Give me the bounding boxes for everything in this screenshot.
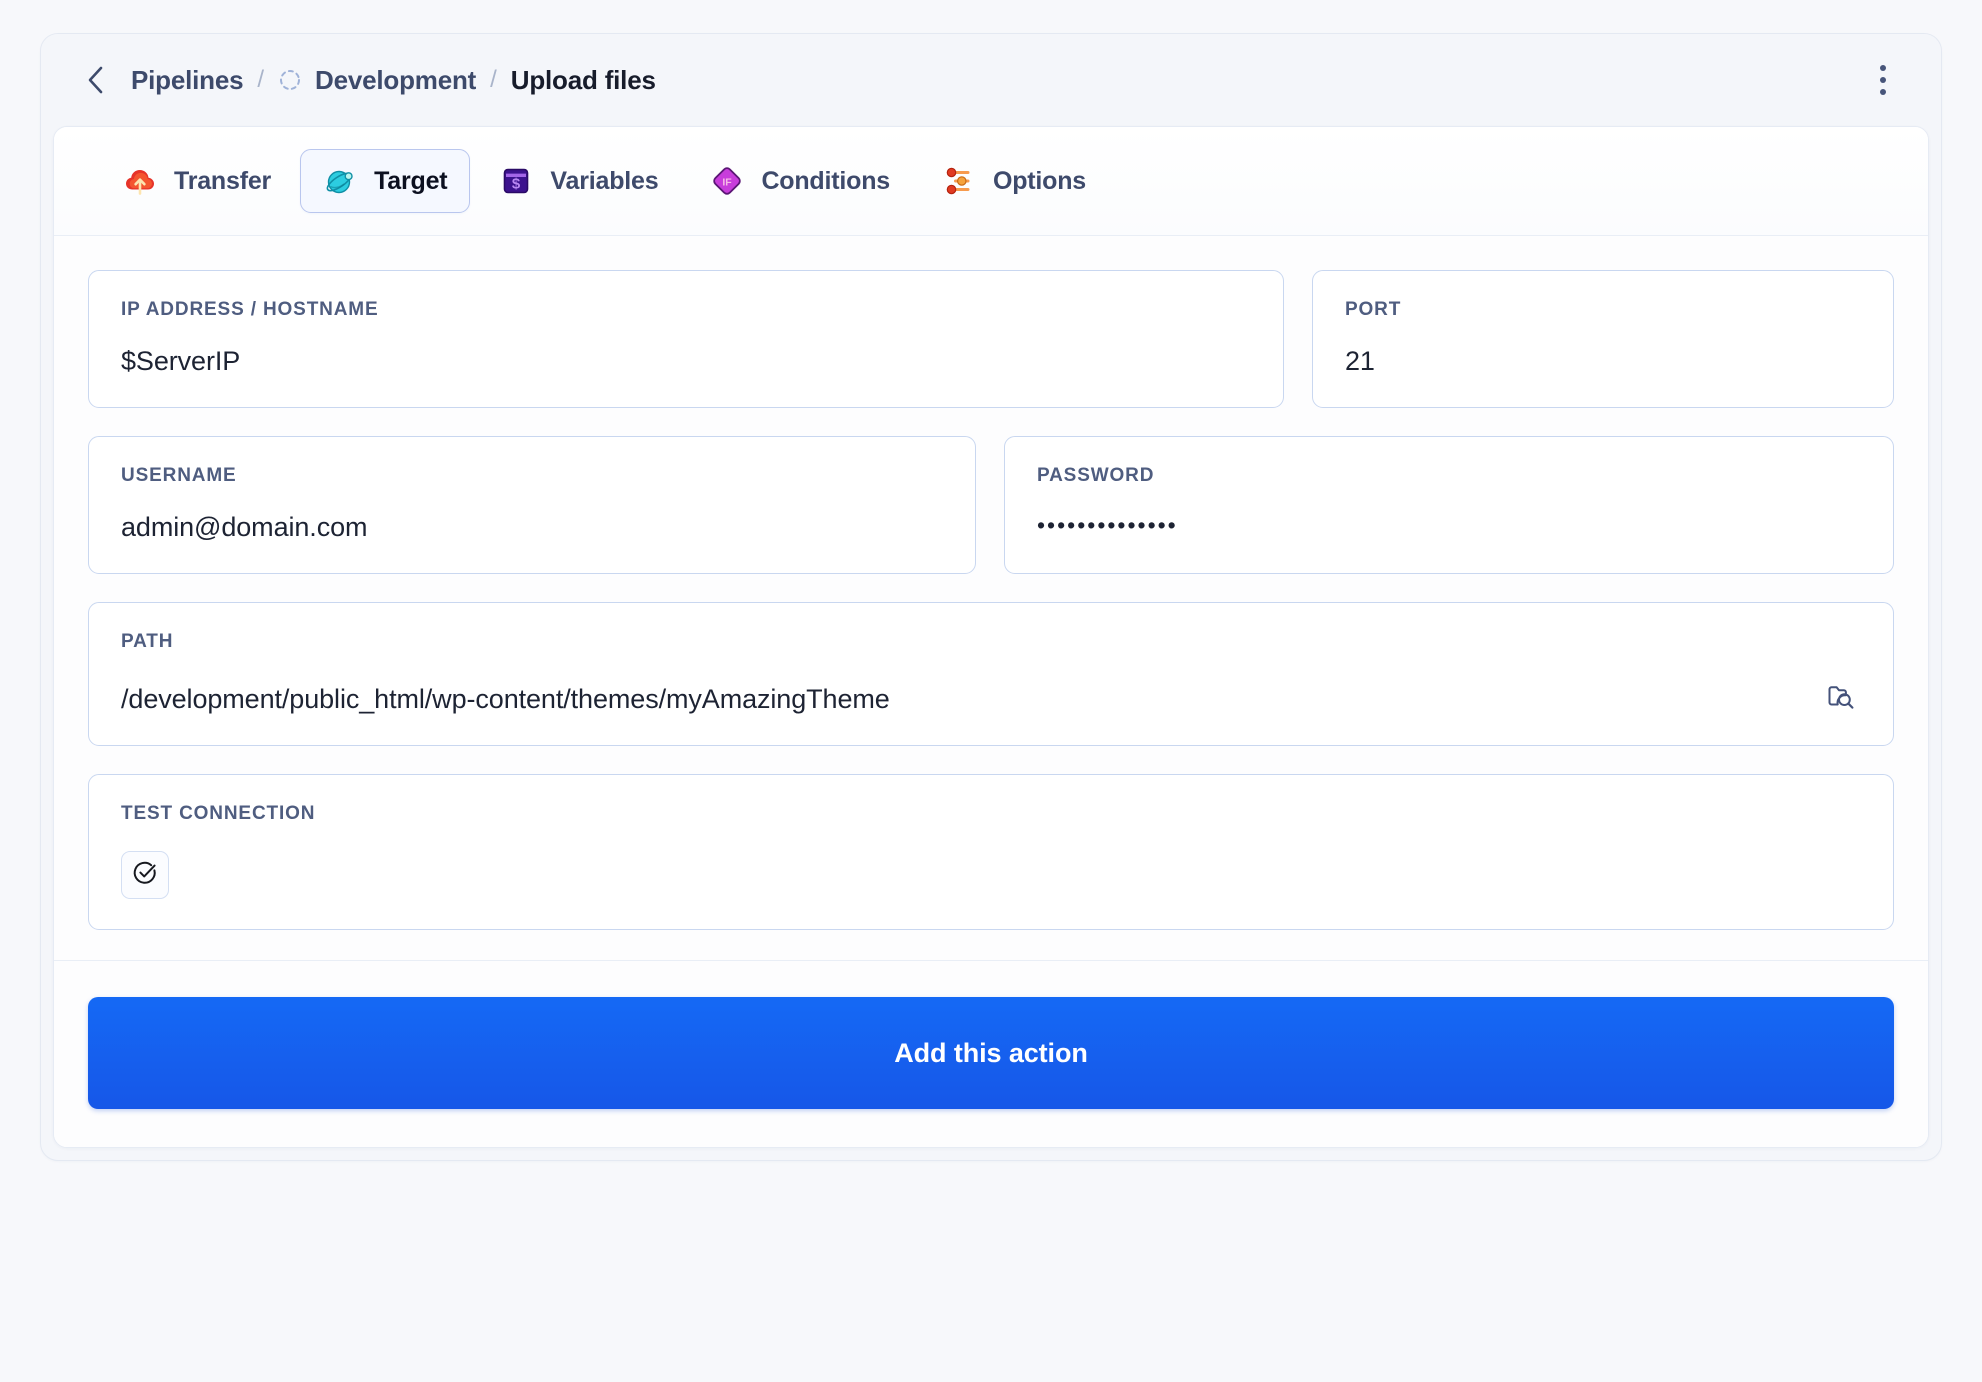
username-field[interactable]: USERNAME admin@domain.com xyxy=(88,436,976,574)
test-connection-button[interactable] xyxy=(121,851,169,899)
form-row-credentials: USERNAME admin@domain.com PASSWORD •••••… xyxy=(88,436,1894,574)
tab-variables-label: Variables xyxy=(550,166,659,195)
svg-text:$: $ xyxy=(512,175,521,192)
if-diamond-icon: IF xyxy=(710,164,744,198)
breadcrumb-separator-1: / xyxy=(257,66,265,93)
tab-target[interactable]: Target xyxy=(300,149,471,213)
back-button[interactable] xyxy=(81,65,111,95)
username-input[interactable]: admin@domain.com xyxy=(121,512,943,543)
kebab-dot xyxy=(1880,65,1886,71)
test-connection-label: TEST CONNECTION xyxy=(121,803,316,824)
path-label: PATH xyxy=(121,631,174,652)
target-form: IP ADDRESS / HOSTNAME $ServerIP PORT 21 … xyxy=(54,236,1928,960)
breadcrumb-bar: Pipelines / Development / Upload files xyxy=(41,34,1941,126)
tab-conditions-label: Conditions xyxy=(761,166,890,195)
panel-footer: Add this action xyxy=(54,960,1928,1147)
dashed-circle-icon xyxy=(278,68,302,92)
action-panel: Transfer Target $ Variables IF Condition… xyxy=(53,126,1929,1148)
breadcrumb: Pipelines / Development / Upload files xyxy=(131,65,656,96)
ip-address-field[interactable]: IP ADDRESS / HOSTNAME $ServerIP xyxy=(88,270,1284,408)
check-circle-icon xyxy=(132,860,158,891)
tab-options[interactable]: Options xyxy=(919,149,1109,213)
password-field[interactable]: PASSWORD •••••••••••••• xyxy=(1004,436,1894,574)
path-input[interactable]: /development/public_html/wp-content/them… xyxy=(121,684,1821,715)
kebab-dot xyxy=(1880,89,1886,95)
form-row-host: IP ADDRESS / HOSTNAME $ServerIP PORT 21 xyxy=(88,270,1894,408)
sliders-icon xyxy=(942,164,976,198)
chevron-left-icon xyxy=(85,65,107,95)
ip-address-input[interactable]: $ServerIP xyxy=(121,346,1251,377)
form-row-path: PATH /development/public_html/wp-content… xyxy=(88,602,1894,746)
folder-search-icon xyxy=(1824,680,1858,719)
password-input[interactable]: •••••••••••••• xyxy=(1037,512,1861,543)
tab-transfer[interactable]: Transfer xyxy=(100,149,294,213)
browse-folder-button[interactable] xyxy=(1821,679,1861,719)
breadcrumb-item-development[interactable]: Development xyxy=(315,65,476,96)
dollar-box-icon: $ xyxy=(499,164,533,198)
username-label: USERNAME xyxy=(121,465,237,486)
path-input-row: /development/public_html/wp-content/them… xyxy=(121,679,1861,715)
svg-text:IF: IF xyxy=(723,176,733,188)
add-action-button[interactable]: Add this action xyxy=(88,997,1894,1109)
ip-address-label: IP ADDRESS / HOSTNAME xyxy=(121,299,379,320)
tab-options-label: Options xyxy=(992,166,1087,195)
breadcrumb-separator-2: / xyxy=(490,66,497,93)
tab-bar: Transfer Target $ Variables IF Condition… xyxy=(54,127,1928,236)
tab-conditions[interactable]: IF Conditions xyxy=(687,149,913,213)
port-label: PORT xyxy=(1345,299,1402,320)
tab-variables[interactable]: $ Variables xyxy=(476,149,681,213)
tab-transfer-label: Transfer xyxy=(174,166,272,195)
password-label: PASSWORD xyxy=(1037,465,1155,486)
kebab-menu-icon[interactable] xyxy=(1863,58,1903,102)
cloud-upload-icon xyxy=(123,164,157,198)
form-row-test: TEST CONNECTION xyxy=(88,774,1894,930)
tab-target-label: Target xyxy=(374,166,448,195)
path-field[interactable]: PATH /development/public_html/wp-content… xyxy=(88,602,1894,746)
planet-icon xyxy=(323,164,357,198)
breadcrumb-item-upload-files: Upload files xyxy=(510,64,656,95)
app-root: Pipelines / Development / Upload files T… xyxy=(0,0,1982,1382)
test-connection-field: TEST CONNECTION xyxy=(88,774,1894,930)
port-input[interactable]: 21 xyxy=(1345,346,1861,377)
port-field[interactable]: PORT 21 xyxy=(1312,270,1894,408)
action-editor-card: Pipelines / Development / Upload files T… xyxy=(40,33,1942,1161)
breadcrumb-item-pipelines[interactable]: Pipelines xyxy=(131,65,244,96)
kebab-dot xyxy=(1880,77,1886,83)
